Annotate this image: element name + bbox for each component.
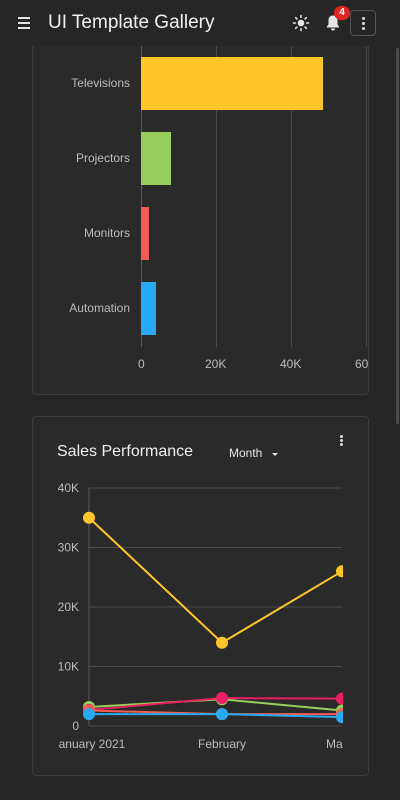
x-tick-label: January 2021 — [53, 737, 126, 751]
app-title: UI Template Gallery — [48, 12, 215, 33]
data-point[interactable] — [83, 511, 95, 524]
sun-icon[interactable] — [291, 13, 311, 33]
notification-badge: 4 — [334, 6, 350, 20]
y-tick-label: 10K — [58, 660, 79, 674]
x-tick-label: February — [198, 737, 246, 751]
series-line — [88, 517, 343, 644]
data-point[interactable] — [216, 636, 228, 649]
y-tick-label: 30K — [58, 541, 79, 555]
menu-icon[interactable] — [12, 11, 36, 35]
x-axis-labels: January 2021 February Ma — [53, 737, 343, 751]
series-group — [83, 511, 348, 724]
data-point[interactable] — [83, 708, 95, 721]
data-point[interactable] — [336, 711, 348, 724]
scrollbar-thumb[interactable] — [396, 48, 399, 424]
data-point[interactable] — [336, 565, 348, 578]
line-chart: 0 10K 20K 30K 40K January 2021 February Ma — [53, 481, 348, 751]
y-tick-label: 0 — [72, 719, 79, 733]
y-tick-label: 40K — [58, 481, 79, 495]
y-tick-label: 20K — [58, 600, 79, 614]
data-point[interactable] — [216, 708, 228, 721]
series-line — [88, 698, 343, 712]
x-tick-label: Ma — [326, 737, 343, 751]
more-vertical-icon[interactable] — [350, 10, 376, 36]
data-point[interactable] — [336, 692, 348, 705]
data-point[interactable] — [216, 692, 228, 705]
app-bar: UI Template Gallery 4 — [0, 0, 400, 46]
